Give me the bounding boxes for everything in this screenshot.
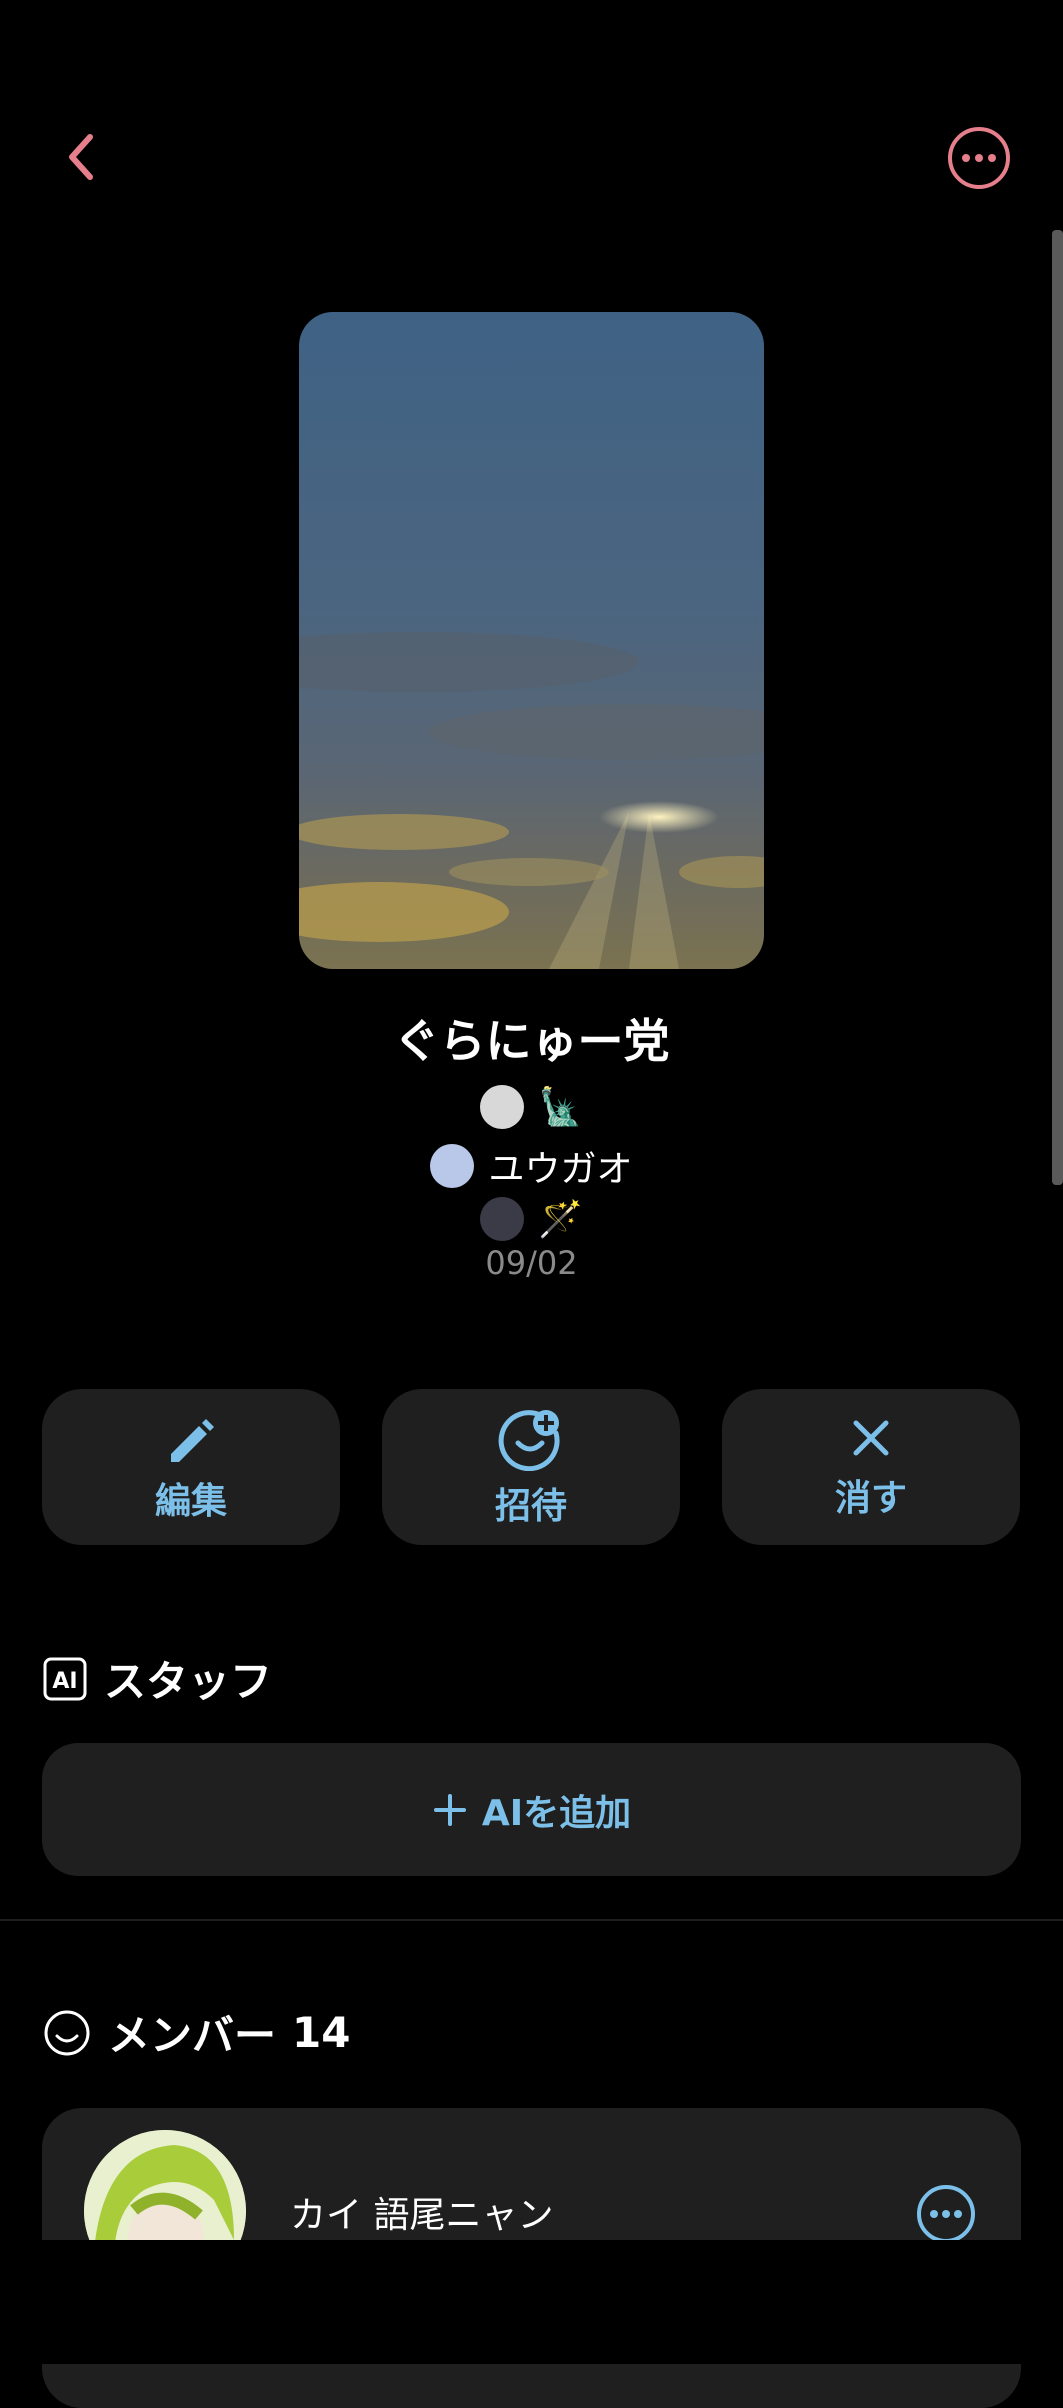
back-button[interactable] xyxy=(50,125,114,189)
edit-button[interactable]: 編集 xyxy=(42,1389,340,1545)
divider xyxy=(0,1919,1063,1921)
delete-label: 消す xyxy=(834,1478,907,1519)
members-heading: メンバー 14 xyxy=(42,2002,350,2063)
member-preview-label: 🪄 xyxy=(538,1199,583,1240)
plus-icon xyxy=(433,1793,466,1826)
members-heading-label: メンバー xyxy=(108,2011,277,2060)
staff-heading-label: スタッフ xyxy=(104,1657,273,1706)
add-person-icon xyxy=(498,1410,560,1471)
member-name: カイ 語尾ニャン xyxy=(290,2195,554,2236)
member-preview-2[interactable]: ユウガオ xyxy=(0,1140,1063,1192)
invite-button[interactable]: 招待 xyxy=(382,1389,680,1545)
add-ai-button[interactable]: AIを追加 xyxy=(42,1743,1021,1876)
chevron-left-icon xyxy=(69,134,93,180)
more-circle-icon xyxy=(948,127,1010,189)
group-cover-image[interactable] xyxy=(299,312,764,969)
group-name: ぐらにゅー党 xyxy=(393,1014,670,1068)
pencil-icon xyxy=(171,1419,214,1462)
avatar xyxy=(480,1197,525,1241)
edit-label: 編集 xyxy=(154,1481,227,1522)
more-options-button[interactable] xyxy=(945,124,1013,192)
invite-label: 招待 xyxy=(494,1486,567,1527)
member-preview-3[interactable]: 🪄 xyxy=(0,1197,1063,1241)
staff-heading: AI スタッフ xyxy=(42,1648,272,1709)
member-more-button[interactable] xyxy=(914,2182,978,2246)
delete-button[interactable]: 消す xyxy=(722,1389,1020,1545)
ai-badge-icon: AI xyxy=(43,1657,87,1700)
avatar xyxy=(480,1085,525,1129)
member-preview-1[interactable]: 🗽 xyxy=(0,1085,1063,1129)
svg-text:AI: AI xyxy=(52,1669,77,1694)
avatar xyxy=(430,1144,475,1188)
close-icon xyxy=(853,1420,889,1456)
bottom-area xyxy=(0,2240,1063,2364)
member-preview-label: ユウガオ xyxy=(488,1149,633,1190)
smile-icon xyxy=(44,2010,90,2055)
created-date: 09/02 xyxy=(485,1244,578,1282)
add-ai-label: AIを追加 xyxy=(481,1792,632,1834)
members-count: 14 xyxy=(292,2008,351,2057)
member-preview-label: 🗽 xyxy=(538,1087,583,1128)
more-circle-icon xyxy=(917,2185,975,2243)
